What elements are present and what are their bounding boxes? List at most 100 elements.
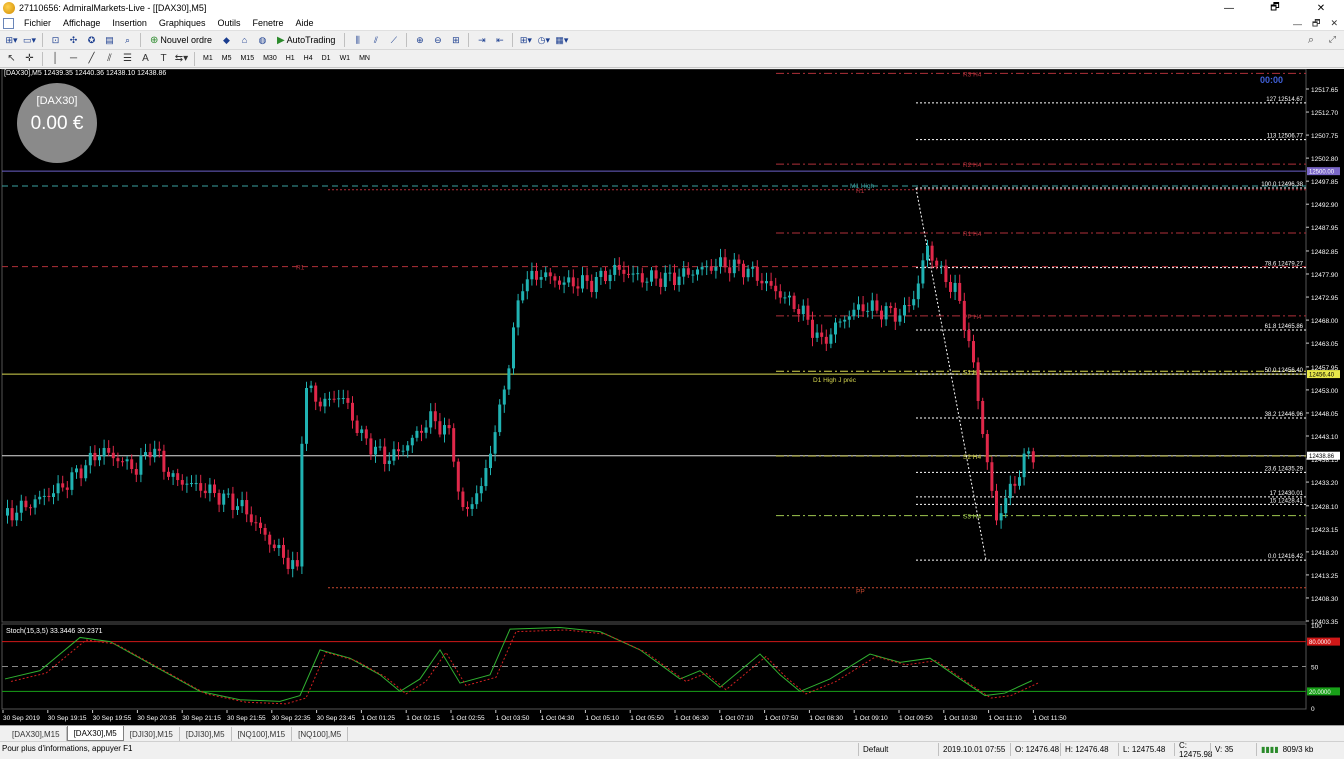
timeframe-m5[interactable]: M5 <box>219 52 235 66</box>
candle-body <box>346 398 350 403</box>
timeframe-m30[interactable]: M30 <box>260 52 280 66</box>
indicators-icon[interactable]: ⊞▾ <box>518 33 533 48</box>
horizontal-line-icon[interactable]: ─ <box>66 51 81 66</box>
menu-outils[interactable]: Outils <box>211 18 246 28</box>
trendline-icon[interactable]: ╱ <box>84 51 99 66</box>
close-button[interactable]: ✕ <box>1298 0 1344 16</box>
auto-scroll-icon[interactable]: ⇥ <box>474 33 489 48</box>
menu-aide[interactable]: Aide <box>290 18 320 28</box>
data-window-icon[interactable]: ✣ <box>66 33 81 48</box>
toolbar-separator <box>140 33 142 47</box>
candle-body <box>792 295 796 310</box>
candle-body <box>19 500 23 513</box>
candle-body <box>1013 483 1017 486</box>
line-chart-icon[interactable]: ⟋ <box>386 33 401 48</box>
timeframe-h4[interactable]: H4 <box>301 52 316 66</box>
zoom-out-icon[interactable]: ⊖ <box>430 33 445 48</box>
menu-fichier[interactable]: Fichier <box>18 18 57 28</box>
templates-icon[interactable]: ▦▾ <box>554 33 569 48</box>
candle-body <box>599 270 603 277</box>
candle-body <box>438 421 442 435</box>
candle-body <box>277 544 281 549</box>
candle-body <box>226 493 230 495</box>
candle-body <box>360 429 364 434</box>
tab-nq100-m5[interactable]: [NQ100],M5 <box>292 727 349 741</box>
expand-icon[interactable]: ⤢ <box>1329 34 1336 45</box>
signals-icon[interactable]: ⌂ <box>237 33 252 48</box>
fib-level-label: 17 12430.01 <box>1270 491 1304 497</box>
candle-body <box>489 453 492 469</box>
bar-chart-icon[interactable]: ⫼ <box>350 33 365 48</box>
channel-icon[interactable]: ⫽ <box>102 51 117 66</box>
menu-insertion[interactable]: Insertion <box>106 18 153 28</box>
chart-window[interactable]: 12517.65 12512.70 12507.75 12502.80 12497.85… <box>0 69 1344 725</box>
new-order-button[interactable]: ⊕ Nouvel ordre <box>146 33 216 48</box>
candle-body <box>498 404 502 433</box>
candle-body <box>323 398 327 407</box>
candle-body <box>52 493 55 497</box>
minimize-button[interactable]: — <box>1206 0 1252 16</box>
candle-body <box>153 448 157 458</box>
restore-button[interactable]: 🗗 <box>1252 0 1298 16</box>
candle-body <box>608 274 612 282</box>
tab-nq100-m15[interactable]: [NQ100],M15 <box>232 727 293 741</box>
price-axis-label: 12433.20 <box>1311 480 1338 487</box>
menu-affichage[interactable]: Affichage <box>57 18 106 28</box>
timeframe-d1[interactable]: D1 <box>319 52 334 66</box>
pivot-label: M1 High <box>850 183 875 190</box>
child-close-button[interactable]: ✕ <box>1330 18 1338 29</box>
candle-body <box>1004 498 1008 514</box>
text-icon[interactable]: A <box>138 51 153 66</box>
timeframe-m15[interactable]: M15 <box>237 52 257 66</box>
search-icon[interactable]: ⌕ <box>1308 34 1314 47</box>
arrows-icon[interactable]: ⇆▾ <box>174 51 189 66</box>
timeframe-w1[interactable]: W1 <box>337 52 354 66</box>
market-icon[interactable]: ◍ <box>255 33 270 48</box>
time-axis-label: 1 Oct 02:55 <box>451 715 485 722</box>
menu-graphiques[interactable]: Graphiques <box>153 18 212 28</box>
time-axis-label: 1 Oct 07:50 <box>765 715 799 722</box>
tile-windows-icon[interactable]: ⊞ <box>448 33 463 48</box>
time-axis-label: 30 Sep 19:55 <box>93 715 132 722</box>
price-chart[interactable]: 12517.65 12512.70 12507.75 12502.80 12497.85… <box>0 69 1344 725</box>
candle-body <box>383 446 387 465</box>
tab-dax30-m15[interactable]: [DAX30],M15 <box>6 727 67 741</box>
oscillator-tag-label: 80.0000 <box>1309 640 1331 646</box>
timeframe-h1[interactable]: H1 <box>283 52 298 66</box>
vertical-line-icon[interactable]: │ <box>48 51 63 66</box>
terminal-icon[interactable]: ▤ <box>102 33 117 48</box>
cursor-icon[interactable]: ↖ <box>4 51 19 66</box>
candle-body <box>162 450 166 472</box>
candle-body <box>999 513 1003 521</box>
candle-body <box>479 486 483 494</box>
text-label-icon[interactable]: T <box>156 51 171 66</box>
market-watch-icon[interactable]: ⊡ <box>48 33 63 48</box>
tester-icon[interactable]: ⌕ <box>120 33 135 48</box>
periods-icon[interactable]: ◷▾ <box>536 33 551 48</box>
candle-body <box>654 270 658 279</box>
tab-dax30-m5[interactable]: [DAX30],M5 <box>66 726 124 741</box>
new-chart-icon[interactable]: ⊞▾ <box>4 33 19 48</box>
menu-fenetre[interactable]: Fenetre <box>246 18 289 28</box>
tab-dji30-m15[interactable]: [DJI30],M15 <box>124 727 180 741</box>
time-axis-label: 1 Oct 02:15 <box>406 715 440 722</box>
chart-shift-icon[interactable]: ⇤ <box>492 33 507 48</box>
profiles-icon[interactable]: ▭▾ <box>22 33 37 48</box>
child-restore-button[interactable]: 🗗 <box>1312 16 1320 32</box>
price-axis-label: 12408.30 <box>1311 596 1338 603</box>
balance-symbol: [DAX30] <box>36 95 78 107</box>
zoom-in-icon[interactable]: ⊕ <box>412 33 427 48</box>
candlestick-icon[interactable]: ⫽ <box>368 33 383 48</box>
fibonacci-icon[interactable]: ☰ <box>120 51 135 66</box>
candle-body <box>75 468 78 473</box>
navigator-icon[interactable]: ✪ <box>84 33 99 48</box>
tab-dji30-m5[interactable]: [DJI30],M5 <box>180 727 232 741</box>
timeframe-m1[interactable]: M1 <box>200 52 216 66</box>
child-window-controls: — 🗗 ✕ <box>1293 16 1338 31</box>
autotrading-button[interactable]: ▶ AutoTrading <box>273 33 339 48</box>
child-minimize-button[interactable]: — <box>1293 19 1302 29</box>
metaeditor-icon[interactable]: ◆ <box>219 33 234 48</box>
crosshair-icon[interactable]: ✛ <box>22 51 37 66</box>
timeframe-mn[interactable]: MN <box>356 52 373 66</box>
candle-body <box>461 491 465 508</box>
